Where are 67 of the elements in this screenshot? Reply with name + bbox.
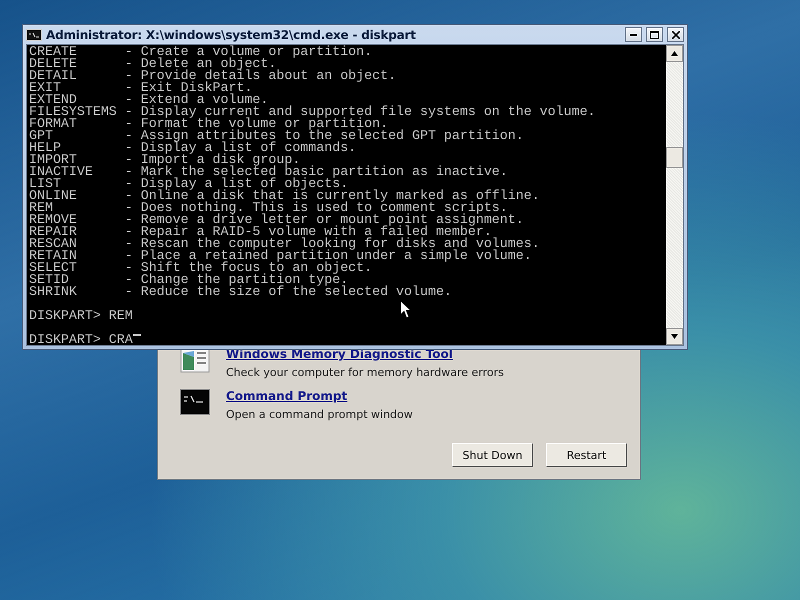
- command-description: - Online a disk that is currently marked as offline.: [124, 190, 540, 202]
- command-description: - Import a disk group.: [124, 154, 300, 166]
- minimize-icon: [630, 33, 637, 36]
- dialog-button[interactable]: Shut Down: [452, 443, 533, 467]
- terminal-icon: [180, 389, 210, 415]
- scrollbar[interactable]: [666, 45, 683, 345]
- command-description: - Display current and supported file systems on the volume.: [124, 106, 596, 118]
- command-name: INACTIVE: [29, 166, 94, 178]
- document-chart-icon: [180, 347, 210, 373]
- command-description: - Place a retained partition under a simple volume.: [124, 250, 532, 262]
- command-name: EXIT: [29, 82, 61, 94]
- prompt-line: DISKPART> REM: [29, 310, 133, 322]
- command-name: GPT: [29, 130, 53, 142]
- command-description: - Create a volume or partition.: [124, 46, 372, 58]
- text-cursor: [132, 334, 141, 336]
- dialog-button[interactable]: Restart: [546, 443, 627, 467]
- prompt-line: DISKPART> CRA: [29, 334, 133, 345]
- command-description: - Change the partition type.: [124, 274, 348, 286]
- command-name: SHRINK: [29, 286, 78, 298]
- down-arrow-icon: [671, 334, 678, 339]
- scroll-down-button[interactable]: [666, 328, 683, 345]
- mouse-pointer-icon: [400, 300, 412, 319]
- command-description: - Reduce the size of the selected volume.: [124, 286, 452, 298]
- scroll-up-button[interactable]: [666, 45, 683, 62]
- command-name: DELETE: [29, 58, 78, 70]
- command-name: FILESYSTEMS: [29, 106, 118, 118]
- command-name: SELECT: [29, 262, 78, 274]
- command-name: RESCAN: [29, 238, 78, 250]
- tool-link[interactable]: Command Prompt: [226, 389, 413, 403]
- command-name: SETID: [29, 274, 69, 286]
- command-description: - Format the volume or partition.: [124, 118, 388, 130]
- command-name: CREATE: [29, 46, 78, 58]
- close-icon: [672, 30, 680, 38]
- command-description: - Does nothing. This is used to comment scripts.: [124, 202, 508, 214]
- command-description: - Assign attributes to the selected GPT partition.: [124, 130, 524, 142]
- command-name: EXTEND: [29, 94, 77, 106]
- minimize-button[interactable]: [625, 27, 642, 42]
- command-description: - Mark the selected basic partition as inactive.: [124, 166, 508, 178]
- maximize-icon: [650, 30, 659, 38]
- close-button[interactable]: [667, 27, 684, 42]
- command-name: FORMAT: [29, 118, 78, 130]
- command-description: - Remove a drive letter or mount point assignment.: [124, 214, 524, 226]
- command-description: - Display a list of commands.: [124, 142, 356, 154]
- command-name: LIST: [29, 178, 61, 190]
- command-name: HELP: [29, 142, 61, 154]
- tool-description: Check your computer for memory hardware errors: [226, 366, 504, 379]
- command-name: REPAIR: [29, 226, 78, 238]
- command-name: REM: [29, 202, 53, 214]
- command-description: - Shift the focus to an object.: [124, 262, 372, 274]
- window-title: Administrator: X:\windows\system32\cmd.exe - diskpart: [46, 28, 417, 42]
- command-description: - Display a list of objects.: [124, 178, 348, 190]
- command-description: - Delete an object.: [124, 58, 276, 70]
- command-name: DETAIL: [29, 70, 78, 82]
- command-name: ONLINE: [29, 190, 78, 202]
- command-name: RETAIN: [29, 250, 78, 262]
- command-description: - Extend a volume.: [124, 94, 268, 106]
- command-description: - Exit DiskPart.: [124, 82, 252, 94]
- terminal-icon: [26, 28, 42, 40]
- command-description: - Provide details about an object.: [124, 70, 396, 82]
- command-name: IMPORT: [29, 154, 77, 166]
- tool-description: Open a command prompt window: [226, 408, 413, 421]
- command-name: REMOVE: [29, 214, 78, 226]
- up-arrow-icon: [671, 51, 678, 56]
- command-description: - Repair a RAID-5 volume with a failed member.: [124, 226, 492, 238]
- command-description: - Rescan the computer looking for disks and volumes.: [124, 238, 540, 250]
- scroll-thumb[interactable]: [666, 147, 683, 168]
- maximize-button[interactable]: [646, 27, 663, 42]
